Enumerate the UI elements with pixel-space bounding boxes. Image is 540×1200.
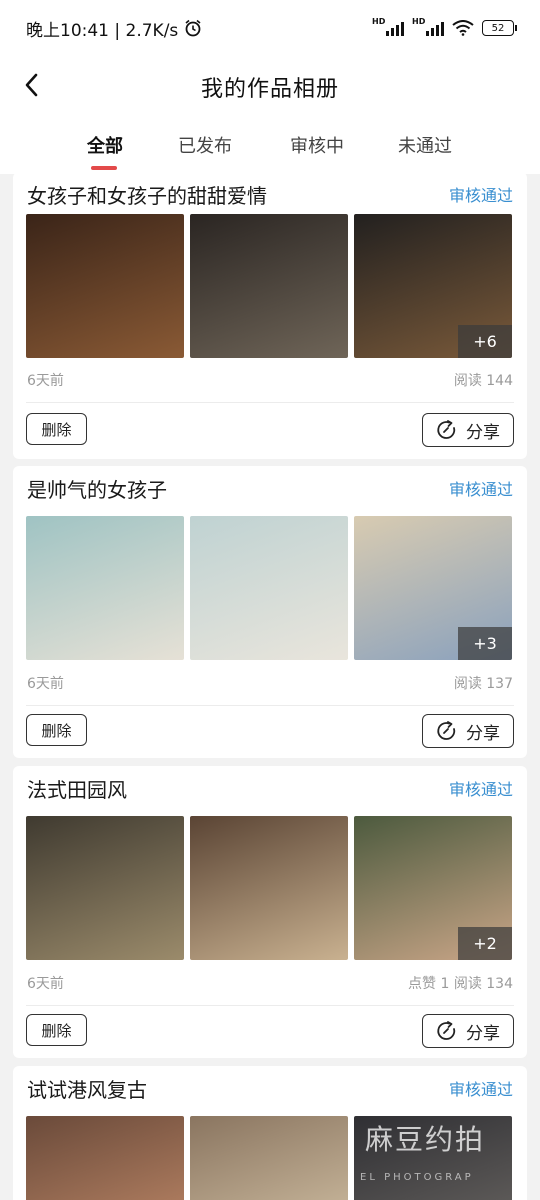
chevron-left-icon[interactable] bbox=[18, 70, 48, 100]
status-right: HD HD 52 bbox=[372, 17, 517, 36]
album-photo[interactable] bbox=[190, 516, 348, 660]
delete-button[interactable]: 删除 bbox=[26, 413, 87, 445]
delete-button[interactable]: 删除 bbox=[26, 1014, 87, 1046]
album-stats: 点赞 1 阅读 134 bbox=[408, 976, 513, 992]
delete-button[interactable]: 删除 bbox=[26, 714, 87, 746]
tab-reviewing[interactable]: 审核中 bbox=[290, 132, 344, 158]
tab-active-indicator bbox=[91, 166, 117, 170]
album-photo[interactable] bbox=[26, 1116, 184, 1200]
album-photo[interactable]: +3 bbox=[354, 516, 512, 660]
divider bbox=[26, 705, 514, 706]
album-photo[interactable] bbox=[26, 816, 184, 960]
album-stats: 阅读 137 bbox=[453, 676, 513, 692]
album-title: 女孩子和女孩子的甜甜爱情 bbox=[27, 184, 267, 208]
share-button[interactable]: 分享 bbox=[422, 413, 514, 447]
share-button[interactable]: 分享 bbox=[422, 1014, 514, 1048]
page-title: 我的作品相册 bbox=[200, 77, 339, 102]
page-header: 我的作品相册 bbox=[0, 56, 540, 118]
watermark-logo: 麻豆约拍 bbox=[365, 1123, 486, 1156]
tab-all[interactable]: 全部 bbox=[87, 132, 123, 158]
album-card[interactable]: 法式田园风 审核通过 +2 6天前 点赞 1 阅读 134 删除 分享 bbox=[13, 766, 527, 1058]
signal-icon-2: HD bbox=[412, 17, 444, 36]
status-left: 晚上10:41 | 2.7K/s bbox=[26, 16, 202, 41]
wifi-icon bbox=[452, 20, 474, 36]
album-photo[interactable]: +6 bbox=[354, 214, 512, 358]
album-thumbnails: +6 bbox=[26, 214, 512, 358]
album-photo[interactable] bbox=[190, 816, 348, 960]
battery-icon: 52 bbox=[482, 20, 517, 36]
share-label: 分享 bbox=[466, 422, 500, 443]
album-title: 是帅气的女孩子 bbox=[27, 478, 167, 502]
album-photo[interactable] bbox=[190, 1116, 348, 1200]
album-thumbnails: +2 bbox=[26, 816, 512, 960]
alarm-icon bbox=[185, 19, 201, 37]
album-photo[interactable] bbox=[26, 516, 184, 660]
album-photo[interactable] bbox=[190, 214, 348, 358]
more-photos-badge: +6 bbox=[458, 325, 512, 358]
album-stats: 阅读 144 bbox=[453, 373, 513, 389]
share-button[interactable]: 分享 bbox=[422, 714, 514, 748]
album-title: 法式田园风 bbox=[27, 778, 127, 802]
album-status[interactable]: 审核通过 bbox=[449, 182, 513, 206]
album-status[interactable]: 审核通过 bbox=[449, 1076, 513, 1100]
share-label: 分享 bbox=[466, 723, 500, 744]
album-time: 6天前 bbox=[27, 373, 64, 389]
album-title: 试试港风复古 bbox=[27, 1078, 147, 1102]
album-photo[interactable]: +2 bbox=[354, 816, 512, 960]
more-photos-badge: +2 bbox=[458, 927, 512, 960]
divider bbox=[26, 1005, 514, 1006]
album-photo[interactable] bbox=[26, 214, 184, 358]
more-photos-badge: +3 bbox=[458, 627, 512, 660]
album-status[interactable]: 审核通过 bbox=[449, 476, 513, 500]
divider bbox=[26, 402, 514, 403]
share-label: 分享 bbox=[466, 1023, 500, 1044]
album-card[interactable]: 女孩子和女孩子的甜甜爱情 审核通过 +6 6天前 阅读 144 删除 分享 bbox=[13, 172, 527, 459]
share-icon bbox=[437, 721, 456, 740]
tab-published[interactable]: 已发布 bbox=[178, 132, 232, 158]
status-bar: 晚上10:41 | 2.7K/s HD HD 52 bbox=[0, 0, 540, 56]
album-status[interactable]: 审核通过 bbox=[449, 776, 513, 800]
album-card[interactable]: 是帅气的女孩子 审核通过 +3 6天前 阅读 137 删除 分享 bbox=[13, 466, 527, 758]
album-time: 6天前 bbox=[27, 976, 64, 992]
share-icon bbox=[437, 1021, 456, 1040]
tab-bar: 全部 已发布 审核中 未通过 bbox=[0, 118, 540, 174]
album-time: 6天前 bbox=[27, 676, 64, 692]
share-icon bbox=[437, 420, 456, 439]
signal-icon: HD bbox=[372, 17, 404, 36]
tab-rejected[interactable]: 未通过 bbox=[398, 132, 452, 158]
album-thumbnails: +3 bbox=[26, 516, 512, 660]
watermark-subtext: EL PHOTOGRAP bbox=[360, 1172, 474, 1183]
status-time: 晚上10:41 | 2.7K/s bbox=[26, 20, 179, 41]
